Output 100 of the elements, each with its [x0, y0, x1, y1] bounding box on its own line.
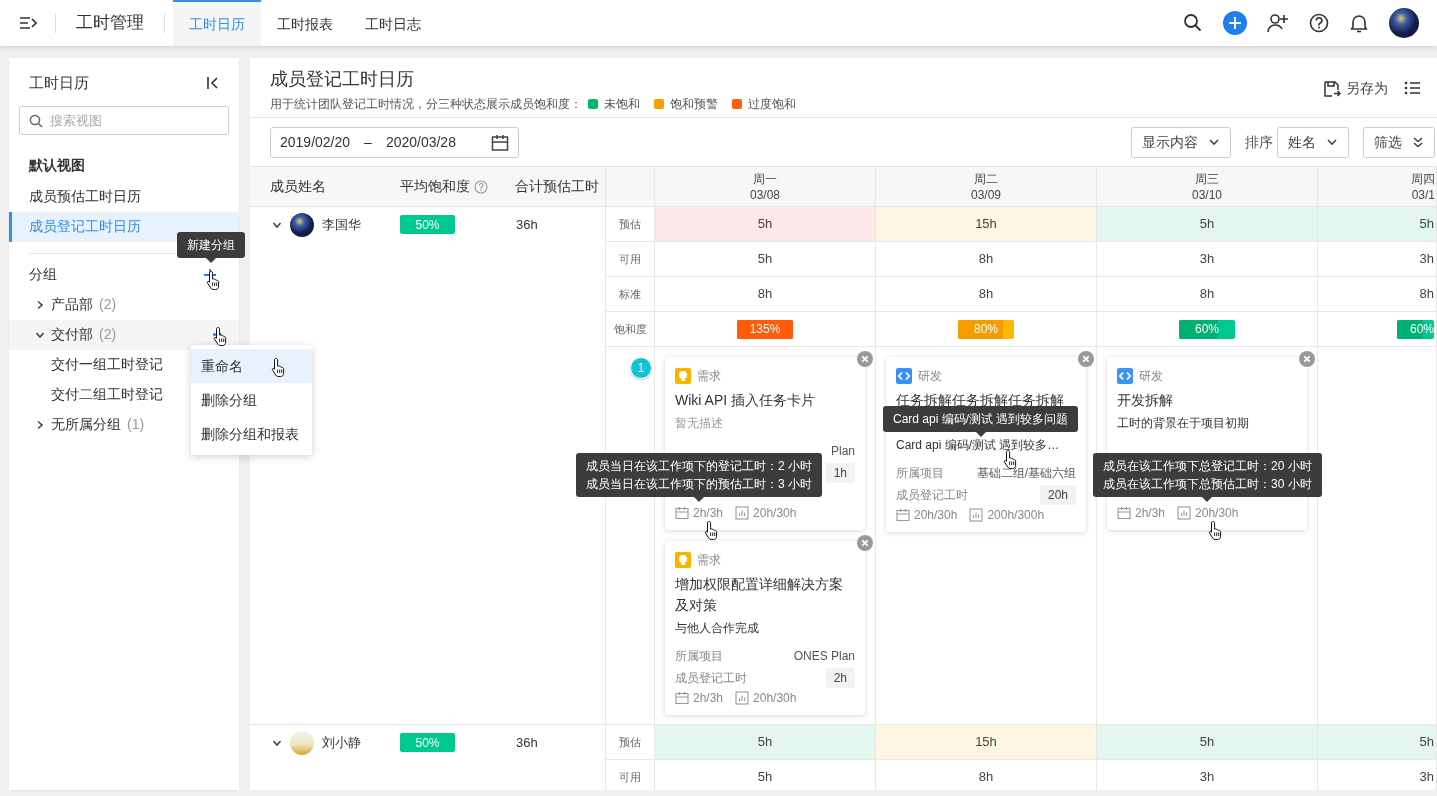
- hours-value: 8h: [978, 768, 994, 787]
- estimate-cell: 5h: [655, 207, 876, 242]
- weekday-label: 周一: [753, 170, 777, 187]
- group-count: (2): [99, 325, 117, 344]
- hand-cursor-icon: [270, 357, 286, 378]
- close-icon[interactable]: [1299, 351, 1315, 367]
- hours-tag: 1h: [825, 463, 855, 483]
- hours-tag: 2h: [825, 668, 855, 688]
- close-icon[interactable]: [857, 535, 873, 551]
- hours-value: 3h: [1199, 768, 1215, 787]
- saturation-badge: 60%: [1397, 319, 1434, 339]
- saturation-badge: 80%: [958, 319, 1014, 339]
- hours-value: 8h: [757, 285, 773, 304]
- card-description: Card api 编码/测试 遇到较多…: [896, 437, 1061, 454]
- calendar-icon: [1117, 506, 1131, 520]
- hand-cursor-icon: [205, 270, 221, 291]
- help-icon[interactable]: [1309, 13, 1329, 33]
- field-value: ONES Plan: [793, 648, 855, 665]
- card-title: Wiki API 插入任务卡片: [675, 391, 816, 410]
- hours-value: 8h: [1419, 285, 1434, 304]
- row-label: 预估: [619, 216, 641, 232]
- estimate-cell: 5h: [1097, 207, 1318, 242]
- tooltip: Card api 编码/测试 遇到较多问题: [883, 406, 1079, 432]
- row-label: 预估: [619, 734, 641, 750]
- add-icon[interactable]: [1223, 11, 1247, 35]
- list-icon[interactable]: [1404, 80, 1421, 96]
- menu-item[interactable]: 删除分组和报表: [191, 417, 312, 451]
- task-card[interactable]: 需求 增加权限配置详细解决方案及对策 与他人合作完成 所属项目 ONES Plan 成员登记工时 2h 2h/3h 20h/30h: [665, 541, 865, 715]
- group-name[interactable]: 产品部: [51, 294, 93, 315]
- chevron-right-icon[interactable]: [35, 419, 45, 430]
- search-icon[interactable]: [1183, 13, 1203, 33]
- group-name[interactable]: 交付部: [51, 324, 93, 345]
- field-label: 所属项目: [675, 648, 723, 665]
- lightbulb-icon: [675, 368, 691, 384]
- search-field[interactable]: 搜索视图: [19, 105, 229, 135]
- tree-row[interactable]: 产品部 (2): [9, 289, 239, 320]
- menu-item[interactable]: 重命名: [191, 349, 312, 383]
- member-name: 李国华: [322, 215, 361, 234]
- lightbulb-icon: [675, 552, 691, 568]
- collapse-icon[interactable]: [206, 76, 219, 91]
- add-user-icon[interactable]: [1267, 13, 1289, 33]
- card-type: 需求: [697, 368, 721, 385]
- chevron-right-icon[interactable]: [35, 299, 45, 310]
- count-badge: 1: [630, 357, 652, 379]
- nav-tab[interactable]: 工时日志: [349, 0, 437, 46]
- field-value: 基础二组/基础六组: [976, 465, 1076, 482]
- total-hours: 20h/30h: [753, 690, 797, 707]
- sort-dropdown[interactable]: 姓名: [1277, 126, 1349, 158]
- card-description: 暂无描述: [675, 415, 724, 432]
- close-icon[interactable]: [857, 351, 873, 367]
- card-description: 与他人合作完成: [675, 620, 760, 637]
- date-label: 03/10: [1192, 186, 1222, 203]
- display-dropdown[interactable]: 显示内容: [1131, 126, 1231, 158]
- code-icon: [1117, 368, 1133, 384]
- date-label: 03/1: [1411, 186, 1435, 203]
- tooltip: 新建分组: [177, 232, 245, 258]
- bar-chart-icon: [735, 691, 750, 705]
- field-label: 成员登记工时: [675, 670, 747, 687]
- group-name[interactable]: 无所属分组: [51, 414, 121, 435]
- member-name: 刘小静: [322, 733, 361, 752]
- nav-tab[interactable]: 工时报表: [261, 0, 349, 46]
- menu-icon[interactable]: [19, 16, 37, 30]
- search-icon: [29, 113, 43, 128]
- save-as-button[interactable]: 另存为: [1323, 78, 1388, 99]
- filter-button[interactable]: 筛选: [1363, 126, 1435, 158]
- sidebar-title: 工时日历: [29, 73, 89, 93]
- legend-label: 饱和预警: [670, 96, 718, 113]
- close-icon[interactable]: [1078, 351, 1094, 367]
- date-label: 03/08: [750, 186, 780, 203]
- date-range-field[interactable]: 2019/02/20 – 2020/03/28: [270, 126, 519, 158]
- bar-chart-icon: [969, 508, 984, 522]
- save-icon: [1323, 79, 1341, 98]
- date-start: 2019/02/20: [280, 132, 351, 152]
- weekday-label: 周四: [1411, 170, 1435, 187]
- column-header: 合计预估工时: [515, 177, 600, 196]
- weekday-label: 周二: [974, 170, 998, 187]
- hours-value: 5h: [757, 768, 773, 787]
- menu-item[interactable]: 删除分组: [191, 383, 312, 417]
- saturation-badge: 135%: [737, 319, 793, 339]
- estimate-cell: 5h: [1097, 725, 1318, 760]
- bell-icon[interactable]: [1349, 13, 1369, 33]
- double-chevron-icon: [1412, 136, 1424, 148]
- estimate-cell: 15h: [876, 725, 1097, 760]
- hours-tag: 20h: [1039, 485, 1076, 505]
- code-icon: [896, 368, 912, 384]
- card-title: 增加权限配置详细解决方案及对策: [675, 575, 844, 615]
- calendar-icon: [675, 506, 689, 520]
- field-value: Plan: [830, 443, 855, 460]
- total-hours: 200h/300h: [987, 507, 1045, 524]
- estimate-cell: 15h: [876, 207, 1097, 242]
- card-description: 工时的背景在于项目初期: [1117, 415, 1250, 432]
- avatar[interactable]: [1389, 8, 1419, 38]
- tree-row[interactable]: 交付部 (2): [9, 319, 239, 350]
- view-item[interactable]: 成员预估工时日历: [9, 181, 239, 212]
- tooltip-arrow: [694, 497, 704, 502]
- column-header: 平均饱和度: [399, 177, 470, 196]
- legend-label: 过度饱和: [748, 96, 796, 113]
- page-description: 用于统计团队登记工时情况，分三种状态展示成员饱和度：: [270, 96, 582, 113]
- total-hours: 36h: [516, 734, 538, 752]
- app-title: 工时管理: [75, 12, 145, 35]
